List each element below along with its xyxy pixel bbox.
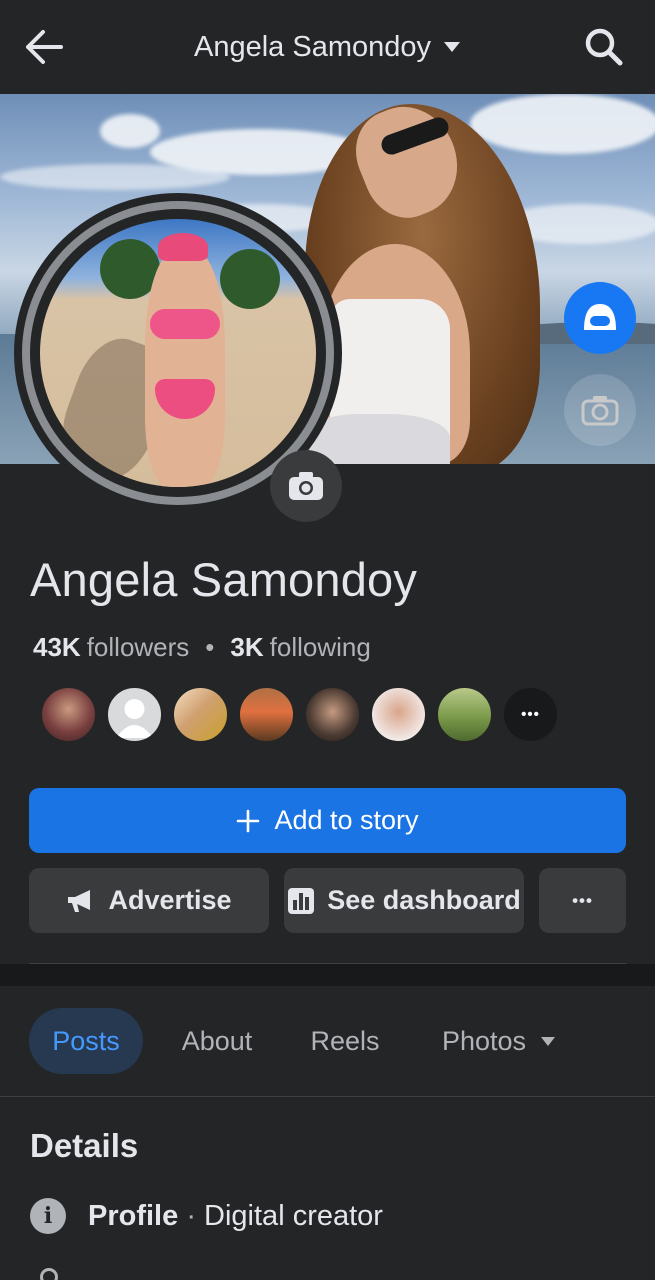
avatar-sticker-button[interactable]: [564, 282, 636, 354]
friends-avatars: •••: [40, 686, 559, 743]
details-heading: Details: [30, 1127, 139, 1164]
edit-cover-button[interactable]: [564, 374, 636, 446]
tab-label: Photos: [441, 1025, 527, 1056]
follow-stats: 43K followers • 3K following: [33, 632, 371, 663]
detail-label: Profile: [88, 1199, 179, 1232]
friend-avatar[interactable]: [370, 686, 427, 743]
tab-label: About: [181, 1025, 253, 1056]
camera-icon: [289, 472, 323, 500]
followers-label: followers: [86, 632, 190, 662]
see-dashboard-label: See dashboard: [327, 885, 521, 915]
friend-avatar[interactable]: [40, 686, 97, 743]
stats-separator: •: [205, 632, 215, 662]
arrow-left-icon: [26, 30, 63, 64]
default-avatar-icon: [116, 699, 153, 738]
following-link[interactable]: 3K following: [230, 632, 370, 663]
advertise-button[interactable]: Advertise: [29, 868, 269, 933]
tab-about[interactable]: About: [164, 1008, 270, 1074]
friend-avatar[interactable]: [436, 686, 493, 743]
friend-avatar[interactable]: [172, 686, 229, 743]
profile-switcher[interactable]: Angela Samondoy: [194, 31, 461, 64]
friend-avatar[interactable]: [238, 686, 295, 743]
detail-separator: ·: [186, 1199, 196, 1232]
dashboard-icon: [288, 887, 315, 914]
advertise-label: Advertise: [108, 885, 232, 915]
profile-picture[interactable]: [40, 219, 316, 487]
following-count: 3K: [230, 632, 264, 662]
tab-label: Reels: [310, 1025, 380, 1056]
friend-avatar[interactable]: [304, 686, 361, 743]
profile-name: Angela Samondoy: [30, 553, 418, 606]
add-to-story-label: Add to story: [274, 805, 419, 835]
tab-posts[interactable]: Posts: [29, 1008, 143, 1074]
tab-reels[interactable]: Reels: [296, 1008, 394, 1074]
detail-value: Digital creator: [204, 1199, 383, 1232]
profile-tabs: Posts About Reels Photos: [0, 986, 655, 1096]
following-label: following: [269, 632, 371, 662]
top-bar: Angela Samondoy: [0, 0, 655, 94]
detail-profile-category: i Profile · Digital creator: [30, 1198, 383, 1234]
section-separator: [0, 964, 655, 986]
more-dots: •••: [521, 706, 540, 723]
edit-profile-picture-button[interactable]: [270, 450, 342, 522]
tabs-divider: [0, 1096, 655, 1097]
search-button[interactable]: [579, 24, 629, 70]
camera-icon: [581, 396, 619, 426]
avatar-icon: [584, 304, 616, 330]
followers-link[interactable]: 43K followers: [33, 632, 189, 663]
caret-down-icon: [444, 42, 460, 52]
more-options-button[interactable]: •••: [539, 868, 626, 933]
search-icon: [585, 28, 623, 66]
see-all-friends-button[interactable]: •••: [502, 686, 559, 743]
tab-photos[interactable]: Photos: [424, 1008, 574, 1074]
plus-icon: [237, 809, 260, 832]
add-to-story-button[interactable]: Add to story: [29, 788, 626, 853]
more-icon: •••: [572, 890, 593, 910]
caret-down-icon: [541, 1036, 556, 1046]
info-icon: i: [30, 1198, 66, 1234]
location-pin-icon: [36, 1264, 62, 1280]
followers-count: 43K: [33, 632, 81, 662]
megaphone-icon: [68, 889, 91, 912]
friend-avatar[interactable]: [106, 686, 163, 743]
tab-label: Posts: [52, 1025, 120, 1056]
page-title: Angela Samondoy: [194, 30, 431, 63]
back-button[interactable]: [18, 24, 68, 70]
see-dashboard-button[interactable]: See dashboard: [284, 868, 524, 933]
